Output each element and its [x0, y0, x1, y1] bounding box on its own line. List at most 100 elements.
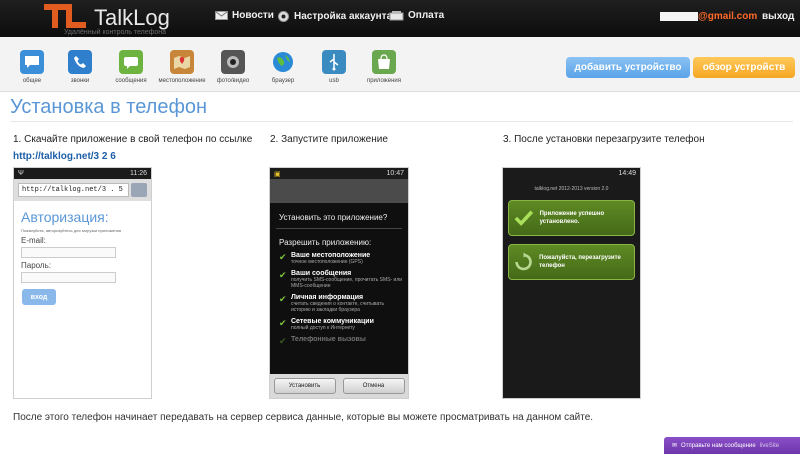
phone1-time: 11:26: [130, 170, 147, 177]
mail-icon: [215, 11, 228, 20]
phone1-status-bar: Ψ 11:26: [14, 168, 151, 179]
phone2-cancel-button: Отмена: [342, 378, 405, 394]
permission-title: Личная информация: [291, 294, 364, 301]
phone2-time: 10:47: [386, 170, 404, 177]
tool-location-label: местоположение: [158, 78, 206, 84]
refresh-icon: [515, 252, 532, 271]
usb-status-icon: Ψ: [18, 170, 24, 177]
phone3-status-bar: 14:49: [503, 168, 640, 179]
phone1-go-button: [131, 183, 147, 197]
phone2-button-bar: Установить Отмена: [270, 374, 408, 398]
sms-icon: [119, 50, 143, 74]
globe-icon: [271, 50, 295, 74]
check-icon: ✔: [279, 318, 287, 328]
tool-general-label: общее: [22, 78, 42, 84]
tool-photo-video-label: фото/видео: [216, 78, 250, 84]
step-3-text: 3. После установки перезагрузите телефон: [503, 134, 705, 145]
phone2-allow-heading: Разрешить приложению:: [279, 238, 372, 247]
tool-calls-label: звонки: [70, 78, 90, 84]
add-device-button[interactable]: добавить устройство: [566, 57, 690, 78]
tool-browser-label: браузер: [271, 78, 295, 84]
permission-title: Сетевые коммуникации: [291, 318, 374, 325]
nav-account-settings-label: Настройка аккаунта: [294, 11, 393, 22]
gear-icon: [278, 11, 289, 22]
title-divider: [10, 121, 793, 122]
permission-item: ✔ Телефонные вызовы: [270, 331, 408, 347]
tool-calls[interactable]: звонки: [57, 50, 103, 84]
talklog-logo-icon[interactable]: [44, 2, 90, 30]
page-title: Установка в телефон: [10, 96, 208, 118]
tool-browser[interactable]: браузер: [260, 50, 306, 84]
installed-card: Приложение успешно установлено.: [508, 200, 635, 236]
download-link[interactable]: http://talklog.net/3 2 6: [13, 151, 116, 162]
user-email[interactable]: @gmail.com: [660, 11, 757, 22]
check-icon: ✔: [279, 294, 287, 304]
nav-payment[interactable]: Оплата: [389, 10, 444, 21]
permission-desc: считать сведения о контакте, считывать и…: [291, 301, 385, 313]
app-store-icon: [372, 50, 396, 74]
phone2-install-button: Установить: [273, 378, 336, 394]
phone2-header-bar: [270, 179, 408, 203]
phone-screenshot-login: Ψ 11:26 http://talklog.net/3 . 5 Авториз…: [13, 167, 152, 399]
check-icon: ✔: [279, 336, 287, 346]
reboot-card: Пожалуйста, перезагрузите телефон: [508, 244, 635, 280]
email-mask: [660, 11, 698, 21]
check-icon: ✔: [279, 270, 287, 280]
chat-icon: ✉: [672, 443, 678, 449]
phone2-android-icon: ▣: [274, 170, 281, 178]
phone-icon: [68, 50, 92, 74]
permission-desc: получить SMS-сообщение, прочитать SMS- и…: [291, 277, 403, 289]
chat-icon: [20, 50, 44, 74]
usb-icon: [322, 50, 346, 74]
permission-title: Телефонные вызовы: [291, 336, 366, 343]
nav-news[interactable]: Новости: [215, 10, 274, 21]
tool-apps[interactable]: приложения: [361, 50, 407, 84]
logo-subtitle: Удалённый контроль телефона: [64, 29, 167, 36]
tool-general[interactable]: общее: [9, 50, 55, 84]
chat-widget-button[interactable]: ✉ Отправьте нам сообщение liveSite: [664, 437, 800, 454]
phone1-password-label: Пароль:: [21, 261, 51, 270]
tool-messages[interactable]: сообщения: [108, 50, 154, 84]
nav-news-label: Новости: [232, 10, 274, 21]
phone3-time: 14:49: [618, 170, 636, 177]
phone-screenshot-reboot: 14:49 talklog.net 2012-2013 version 2.0 …: [502, 167, 641, 399]
review-devices-button[interactable]: обзор устройств: [693, 57, 795, 78]
checkmark-icon: [514, 210, 534, 226]
phone1-email-label: E-mail:: [21, 236, 46, 245]
check-icon: ✔: [279, 252, 287, 262]
phone1-url-field: http://talklog.net/3 . 5: [18, 183, 129, 197]
top-bar: TalkLog Удалённый контроль телефона Ново…: [0, 0, 800, 37]
step-1-text: 1. Скачайте приложение в свой телефон по…: [13, 134, 253, 145]
phone3-caption: talklog.net 2012-2013 version 2.0: [534, 186, 609, 192]
tool-usb-label: usb: [329, 78, 339, 84]
chat-brand: liveSite: [759, 442, 780, 449]
tool-apps-label: приложения: [366, 78, 402, 84]
permission-title: Ваше местоположение: [291, 252, 371, 259]
phone2-status-bar: ▣ 10:47: [270, 168, 408, 179]
logout-link[interactable]: выход: [762, 11, 794, 22]
phone1-enter-button: вход: [22, 289, 56, 305]
phone1-password-field: [21, 272, 116, 283]
map-icon: [170, 50, 194, 74]
footnote-text: После этого телефон начинает передавать …: [13, 412, 594, 423]
chat-label: Отправьте нам сообщение: [681, 442, 756, 449]
phone-screenshot-install: ▣ 10:47 Установить это приложение? Разре…: [269, 167, 409, 399]
tool-photo-video[interactable]: фото/видео: [210, 50, 256, 84]
camera-icon: [221, 50, 245, 74]
phone1-email-field: [21, 247, 116, 258]
tool-usb[interactable]: usb: [311, 50, 357, 84]
reboot-card-text: Пожалуйста, перезагрузите телефон: [539, 255, 621, 269]
permission-item: ✔ Сетевые коммуникации полный доступ к Ин…: [270, 313, 408, 331]
tool-location[interactable]: местоположение: [158, 50, 206, 84]
phone1-url-bar: http://talklog.net/3 . 5: [14, 179, 151, 201]
user-email-suffix: @gmail.com: [698, 11, 758, 22]
nav-account-settings[interactable]: Настройка аккаунта: [277, 10, 392, 23]
permission-desc: точное местоположение (GPS): [291, 259, 363, 265]
cash-icon: [389, 11, 404, 21]
permission-item: ✔ Личная информация считать сведения о ко…: [270, 289, 408, 313]
permission-title: Ваши сообщения: [291, 270, 352, 277]
phone2-question: Установить это приложение?: [279, 213, 388, 222]
permission-item: ✔ Ваши сообщения получить SMS-сообщение, …: [270, 265, 408, 289]
logo-text[interactable]: TalkLog: [94, 5, 170, 31]
tool-messages-label: сообщения: [115, 78, 147, 84]
